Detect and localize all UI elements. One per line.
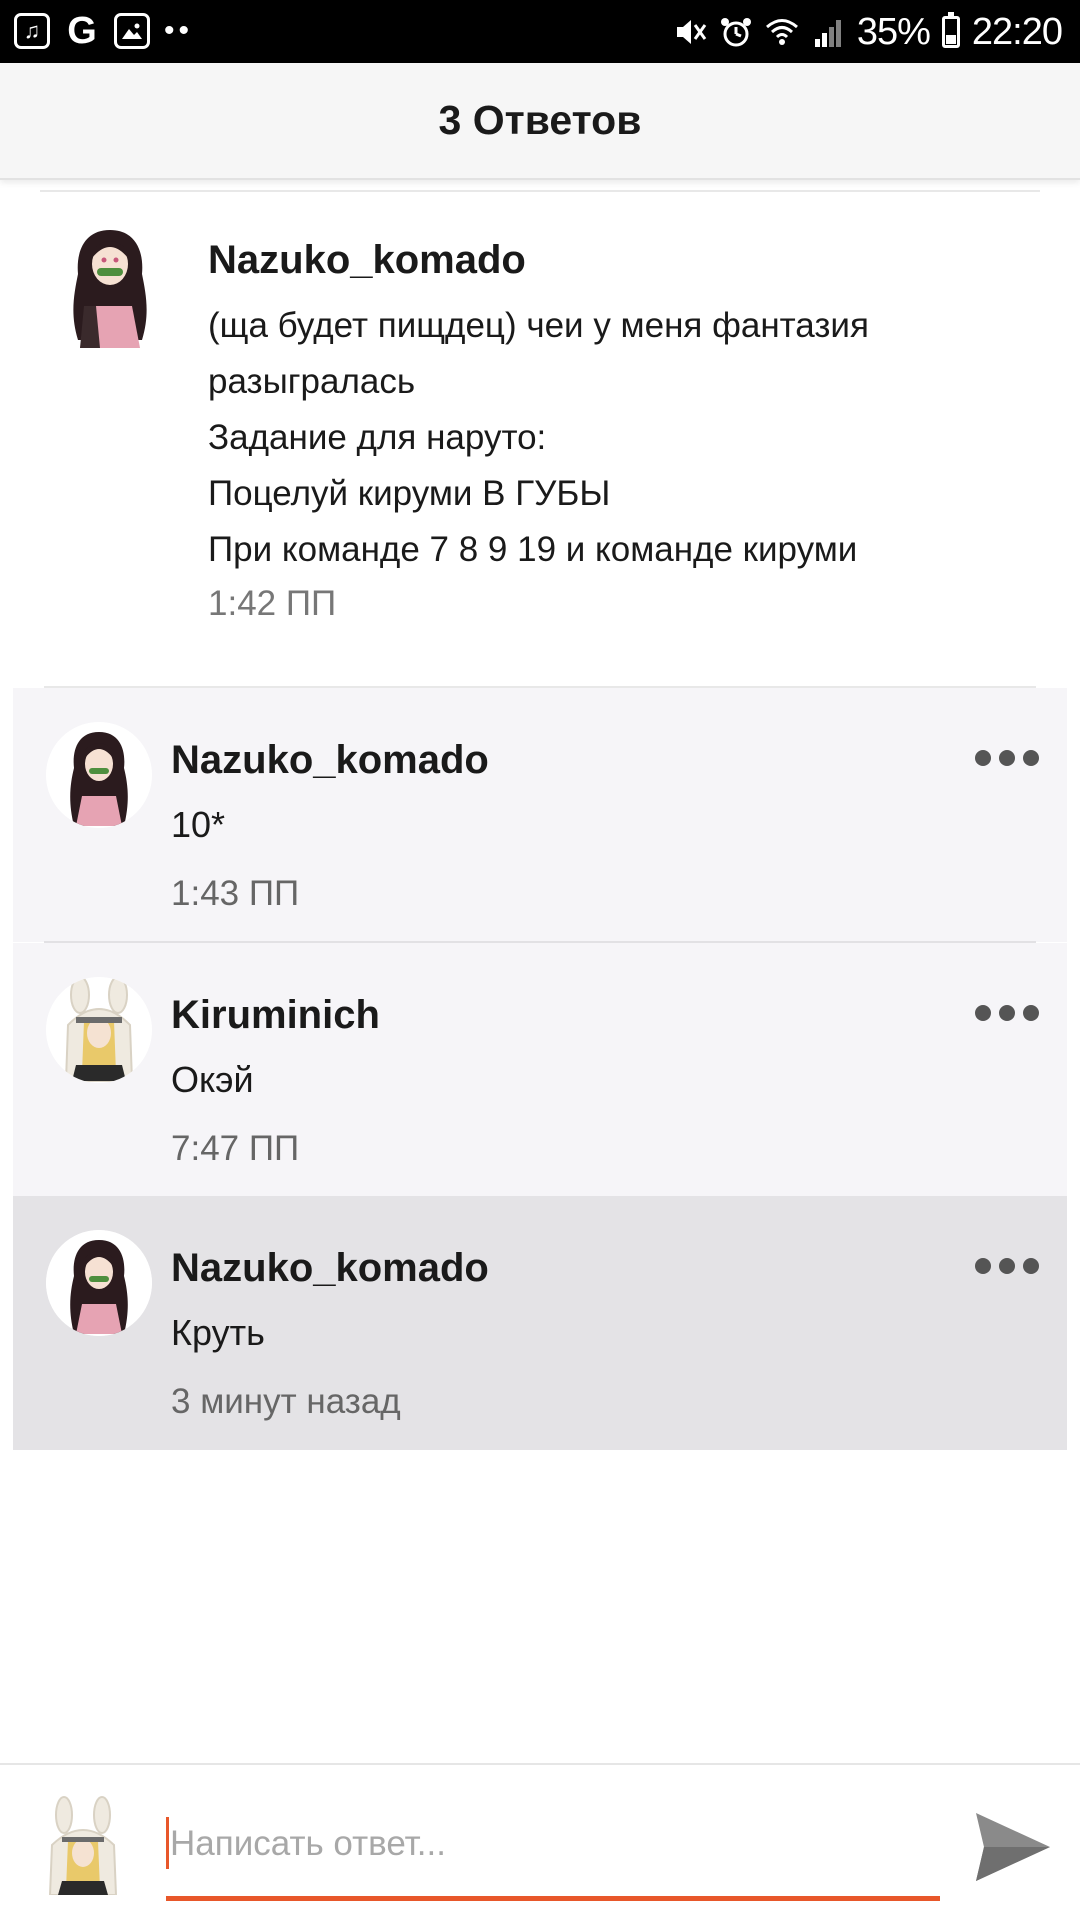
mute-icon bbox=[676, 20, 707, 44]
reply-input[interactable] bbox=[166, 1813, 940, 1875]
reply-author[interactable]: Nazuko_komado bbox=[171, 738, 489, 783]
reply-item[interactable]: Nazuko_komado Круть 3 минут назад bbox=[13, 1196, 1067, 1450]
reply-text: Круть bbox=[171, 1312, 265, 1353]
app-header: 3 Ответов bbox=[0, 63, 1080, 180]
avatar[interactable] bbox=[46, 722, 152, 828]
more-options-icon[interactable] bbox=[975, 746, 1039, 770]
current-user-avatar[interactable] bbox=[40, 1795, 126, 1895]
battery-percent: 35% bbox=[856, 10, 931, 53]
reply-timestamp: 7:47 ПП bbox=[171, 1129, 300, 1168]
reply-item[interactable]: Nazuko_komado 10* 1:43 ПП bbox=[13, 688, 1067, 942]
battery-icon bbox=[941, 12, 960, 48]
post-text-line: разыгралась bbox=[208, 362, 416, 401]
reply-author[interactable]: Nazuko_komado bbox=[171, 1246, 489, 1291]
reply-composer bbox=[0, 1763, 1080, 1922]
divider bbox=[40, 190, 1040, 192]
reply-timestamp: 1:43 ПП bbox=[171, 874, 300, 913]
post-text-line: (ща будет пищдец) чеи у меня фантазия bbox=[208, 306, 869, 345]
input-underline bbox=[166, 1896, 940, 1901]
more-options-icon[interactable] bbox=[975, 1001, 1039, 1025]
status-bar: ♫ G •• 35% 22:20 bbox=[0, 0, 1080, 63]
alarm-icon bbox=[720, 18, 751, 47]
music-icon: ♫ bbox=[14, 13, 50, 49]
system-icons: 35% 22:20 bbox=[673, 8, 1063, 56]
reply-timestamp: 3 минут назад bbox=[171, 1382, 401, 1421]
avatar[interactable] bbox=[46, 1230, 152, 1336]
post-author[interactable]: Nazuko_komado bbox=[208, 238, 526, 283]
more-options-icon[interactable] bbox=[975, 1254, 1039, 1278]
more-dots-icon: •• bbox=[164, 14, 194, 47]
post-text-line: При команде 7 8 9 19 и команде кируми bbox=[208, 530, 858, 569]
clock: 22:20 bbox=[971, 10, 1063, 53]
image-icon bbox=[114, 13, 150, 49]
reply-text: Окэй bbox=[171, 1059, 254, 1100]
reply-text: 10* bbox=[171, 804, 226, 845]
wifi-icon bbox=[765, 19, 798, 45]
post-text-line: Задание для наруто: bbox=[208, 418, 547, 457]
avatar[interactable] bbox=[60, 222, 160, 352]
google-icon: G bbox=[67, 10, 97, 52]
send-icon[interactable] bbox=[974, 1811, 1052, 1883]
avatar[interactable] bbox=[46, 977, 152, 1083]
page-title: 3 Ответов bbox=[438, 97, 642, 143]
post-text-line: Поцелуй кируми В ГУБЫ bbox=[208, 474, 611, 513]
signal-icon bbox=[814, 20, 841, 47]
reply-author[interactable]: Kiruminich bbox=[171, 993, 380, 1038]
notification-icons: ♫ G •• bbox=[14, 12, 193, 50]
post-timestamp: 1:42 ПП bbox=[208, 584, 337, 623]
text-cursor bbox=[166, 1817, 169, 1869]
reply-item[interactable]: Kiruminich Окэй 7:47 ПП bbox=[13, 943, 1067, 1197]
